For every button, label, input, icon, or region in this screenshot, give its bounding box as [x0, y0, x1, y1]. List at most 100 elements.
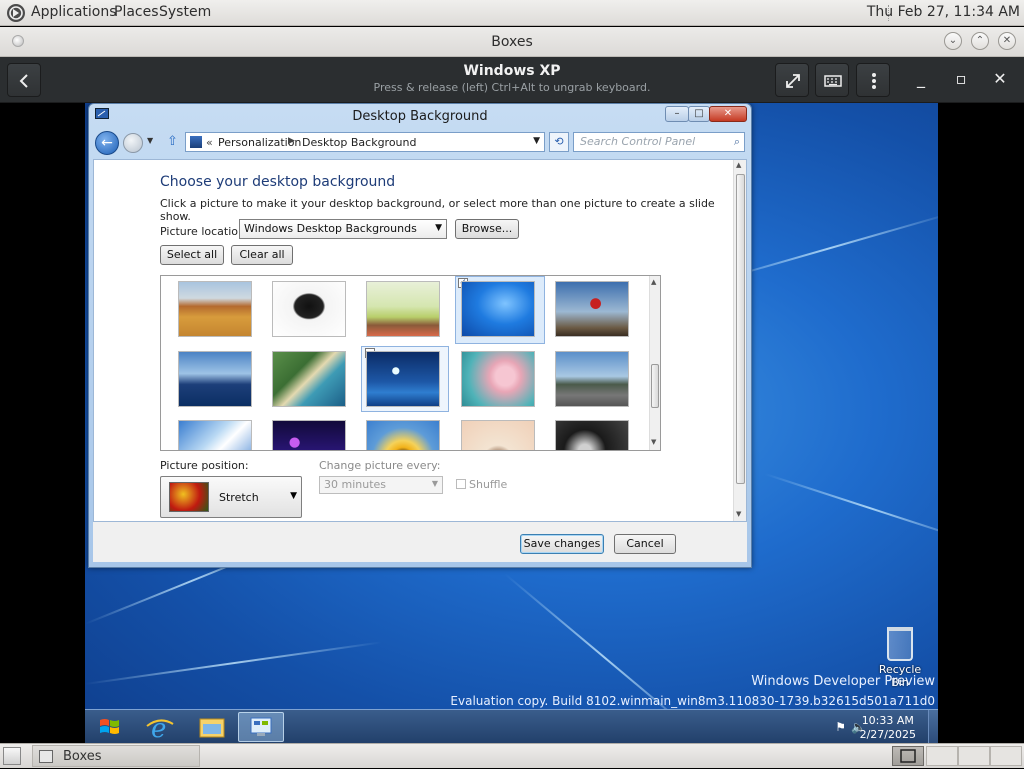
boxes-app-icon [39, 750, 53, 763]
breadcrumb-desktop-background[interactable]: Desktop Background [302, 136, 417, 149]
gnome-bottom-panel: Boxes [0, 743, 1024, 768]
workspace-2[interactable] [926, 746, 958, 766]
gallery-scrollbar[interactable]: ▲ ▼ [649, 276, 660, 450]
thumbnail-coast[interactable] [272, 351, 346, 407]
thumbnail-flower[interactable] [461, 351, 535, 407]
wallpaper-gallery[interactable]: ✓ [160, 275, 661, 451]
taskbar-item-label: Boxes [63, 749, 102, 764]
workspace-1[interactable] [892, 746, 924, 766]
scroll-up-arrow-icon[interactable]: ▲ [651, 278, 656, 286]
panel-clock[interactable]: Thu Feb 27, 11:34 AM [867, 4, 1020, 20]
menu-places[interactable]: Places [114, 4, 159, 20]
browse-button[interactable]: Browse... [455, 219, 519, 239]
dialog-close-button[interactable]: ✕ [709, 106, 747, 122]
keyboard-icon [824, 75, 842, 87]
picture-location-value: Windows Desktop Backgrounds [244, 222, 417, 235]
scroll-up-arrow-icon[interactable]: ▲ [736, 161, 741, 169]
workspace-4[interactable] [990, 746, 1022, 766]
thumbnail-railway[interactable] [555, 351, 629, 407]
workspace-3[interactable] [958, 746, 990, 766]
breadcrumb-overflow-icon[interactable]: « [206, 136, 213, 149]
search-icon[interactable]: ⌕ [734, 135, 740, 149]
shuffle-checkbox[interactable]: Shuffle [456, 478, 507, 491]
thumbnail-bird[interactable] [461, 420, 535, 450]
watermark-line2: Evaluation copy. Build 8102.winmain_win8… [450, 694, 935, 708]
nav-up-arrow-icon[interactable]: ⇧ [167, 134, 178, 149]
thumbnail-dog[interactable] [272, 281, 346, 337]
scroll-down-arrow-icon[interactable]: ▼ [651, 438, 656, 446]
action-center-icon[interactable]: ⚑ [835, 720, 846, 734]
taskbar-explorer[interactable] [188, 712, 234, 742]
show-desktop-button[interactable] [928, 710, 938, 743]
thumbnail-lake[interactable] [178, 351, 252, 407]
save-changes-button[interactable]: Save changes [520, 534, 604, 554]
header-minimize-icon[interactable]: _ [910, 69, 932, 91]
thumbnail-bridge[interactable] [178, 420, 252, 450]
menu-applications[interactable]: Applications [31, 4, 117, 20]
search-input[interactable]: Search Control Panel ⌕ [573, 132, 745, 152]
gallery-scroll-thumb[interactable] [651, 364, 659, 408]
menu-system[interactable]: System [159, 4, 211, 20]
thumbnail-windows-logo[interactable] [461, 281, 535, 337]
picture-location-select[interactable]: Windows Desktop Backgrounds ▼ [239, 219, 447, 239]
page-heading: Choose your desktop background [160, 174, 396, 190]
taskbar-clock[interactable]: 10:33 AM 2/27/2025 [860, 714, 916, 742]
thumbnail-trees[interactable] [366, 281, 440, 337]
recent-pages-chevron-icon[interactable]: ▼ [147, 136, 153, 145]
picture-position-label: Picture position: [160, 459, 249, 472]
gnome-foot-icon[interactable] [6, 3, 26, 23]
dialog-minimize-button[interactable]: – [665, 106, 689, 122]
taskbar-date: 2/27/2025 [859, 728, 916, 741]
clear-all-button[interactable]: Clear all [231, 245, 293, 265]
change-picture-label: Change picture every: [319, 459, 441, 472]
vm-display[interactable]: Recycle Bin Windows Developer Preview Ev… [0, 103, 1024, 743]
cancel-button[interactable]: Cancel [614, 534, 676, 554]
gnome-top-panel: Applications Places System Thu Feb 27, 1… [0, 0, 1024, 26]
properties-menu-button[interactable] [856, 63, 890, 97]
header-close-icon[interactable]: ✕ [989, 69, 1011, 91]
show-desktop-icon[interactable] [3, 747, 21, 765]
nav-forward-button[interactable] [123, 133, 143, 153]
boxes-window-titlebar[interactable]: Boxes ⌄ ⌃ ✕ [0, 27, 1024, 57]
picture-position-select[interactable]: Stretch ▼ [160, 476, 302, 518]
scroll-down-arrow-icon[interactable]: ▼ [736, 510, 741, 518]
close-window-button[interactable]: ✕ [998, 32, 1016, 50]
picture-position-value: Stretch [219, 491, 259, 504]
header-maximize-icon[interactable]: ▫ [950, 69, 972, 91]
content-scroll-thumb[interactable] [736, 174, 745, 484]
thumbnail-record[interactable] [555, 420, 629, 450]
watermark-line1: Windows Developer Preview [751, 674, 935, 689]
windows-taskbar: e ⚑ 🔈 10:33 AM 2/27/2025 [85, 709, 938, 743]
taskbar-item-boxes[interactable]: Boxes [32, 745, 200, 767]
picture-location-label: Picture location: [160, 225, 249, 238]
taskbar-ie[interactable]: e [137, 712, 183, 743]
fullscreen-button[interactable] [775, 63, 809, 97]
boxes-window-title: Boxes [491, 34, 533, 50]
dialog-title: Desktop Background [352, 109, 488, 124]
recycle-bin-icon [887, 627, 913, 661]
checkbox-box[interactable] [456, 479, 466, 489]
dialog-content: Choose your desktop background Click a p… [93, 159, 747, 522]
thumbnail-sunflower[interactable] [366, 420, 440, 450]
minimize-window-button[interactable]: ⌄ [944, 32, 962, 50]
change-picture-select[interactable]: 30 minutes ▼ [319, 476, 443, 494]
windows-desktop[interactable]: Recycle Bin Windows Developer Preview Ev… [85, 103, 938, 743]
start-button[interactable] [87, 712, 133, 742]
dialog-maximize-button[interactable]: □ [688, 106, 710, 122]
thumbnail-lighthouse[interactable] [366, 351, 440, 407]
address-bar[interactable]: « Personalization ▶ Desktop Background ▼ [185, 132, 545, 152]
select-all-button[interactable]: Select all [160, 245, 224, 265]
taskbar-control-panel[interactable] [238, 712, 284, 742]
desktop-background-dialog: Desktop Background – □ ✕ ← ▼ ⇧ « Persona… [88, 103, 752, 568]
thumbnail-farm[interactable] [178, 281, 252, 337]
breadcrumb-separator-icon[interactable]: ▶ [288, 136, 295, 146]
nav-back-button[interactable]: ← [95, 131, 119, 155]
chevron-down-icon: ▼ [431, 479, 438, 488]
refresh-button[interactable]: ⟲ [549, 132, 569, 152]
keyboard-button[interactable] [815, 63, 849, 97]
thumbnail-balloon[interactable] [555, 281, 629, 337]
maximize-window-button[interactable]: ⌃ [971, 32, 989, 50]
thumbnail-fireworks[interactable] [272, 420, 346, 450]
content-scrollbar[interactable]: ▲ ▼ [733, 160, 746, 521]
address-dropdown-icon[interactable]: ▼ [533, 136, 540, 146]
